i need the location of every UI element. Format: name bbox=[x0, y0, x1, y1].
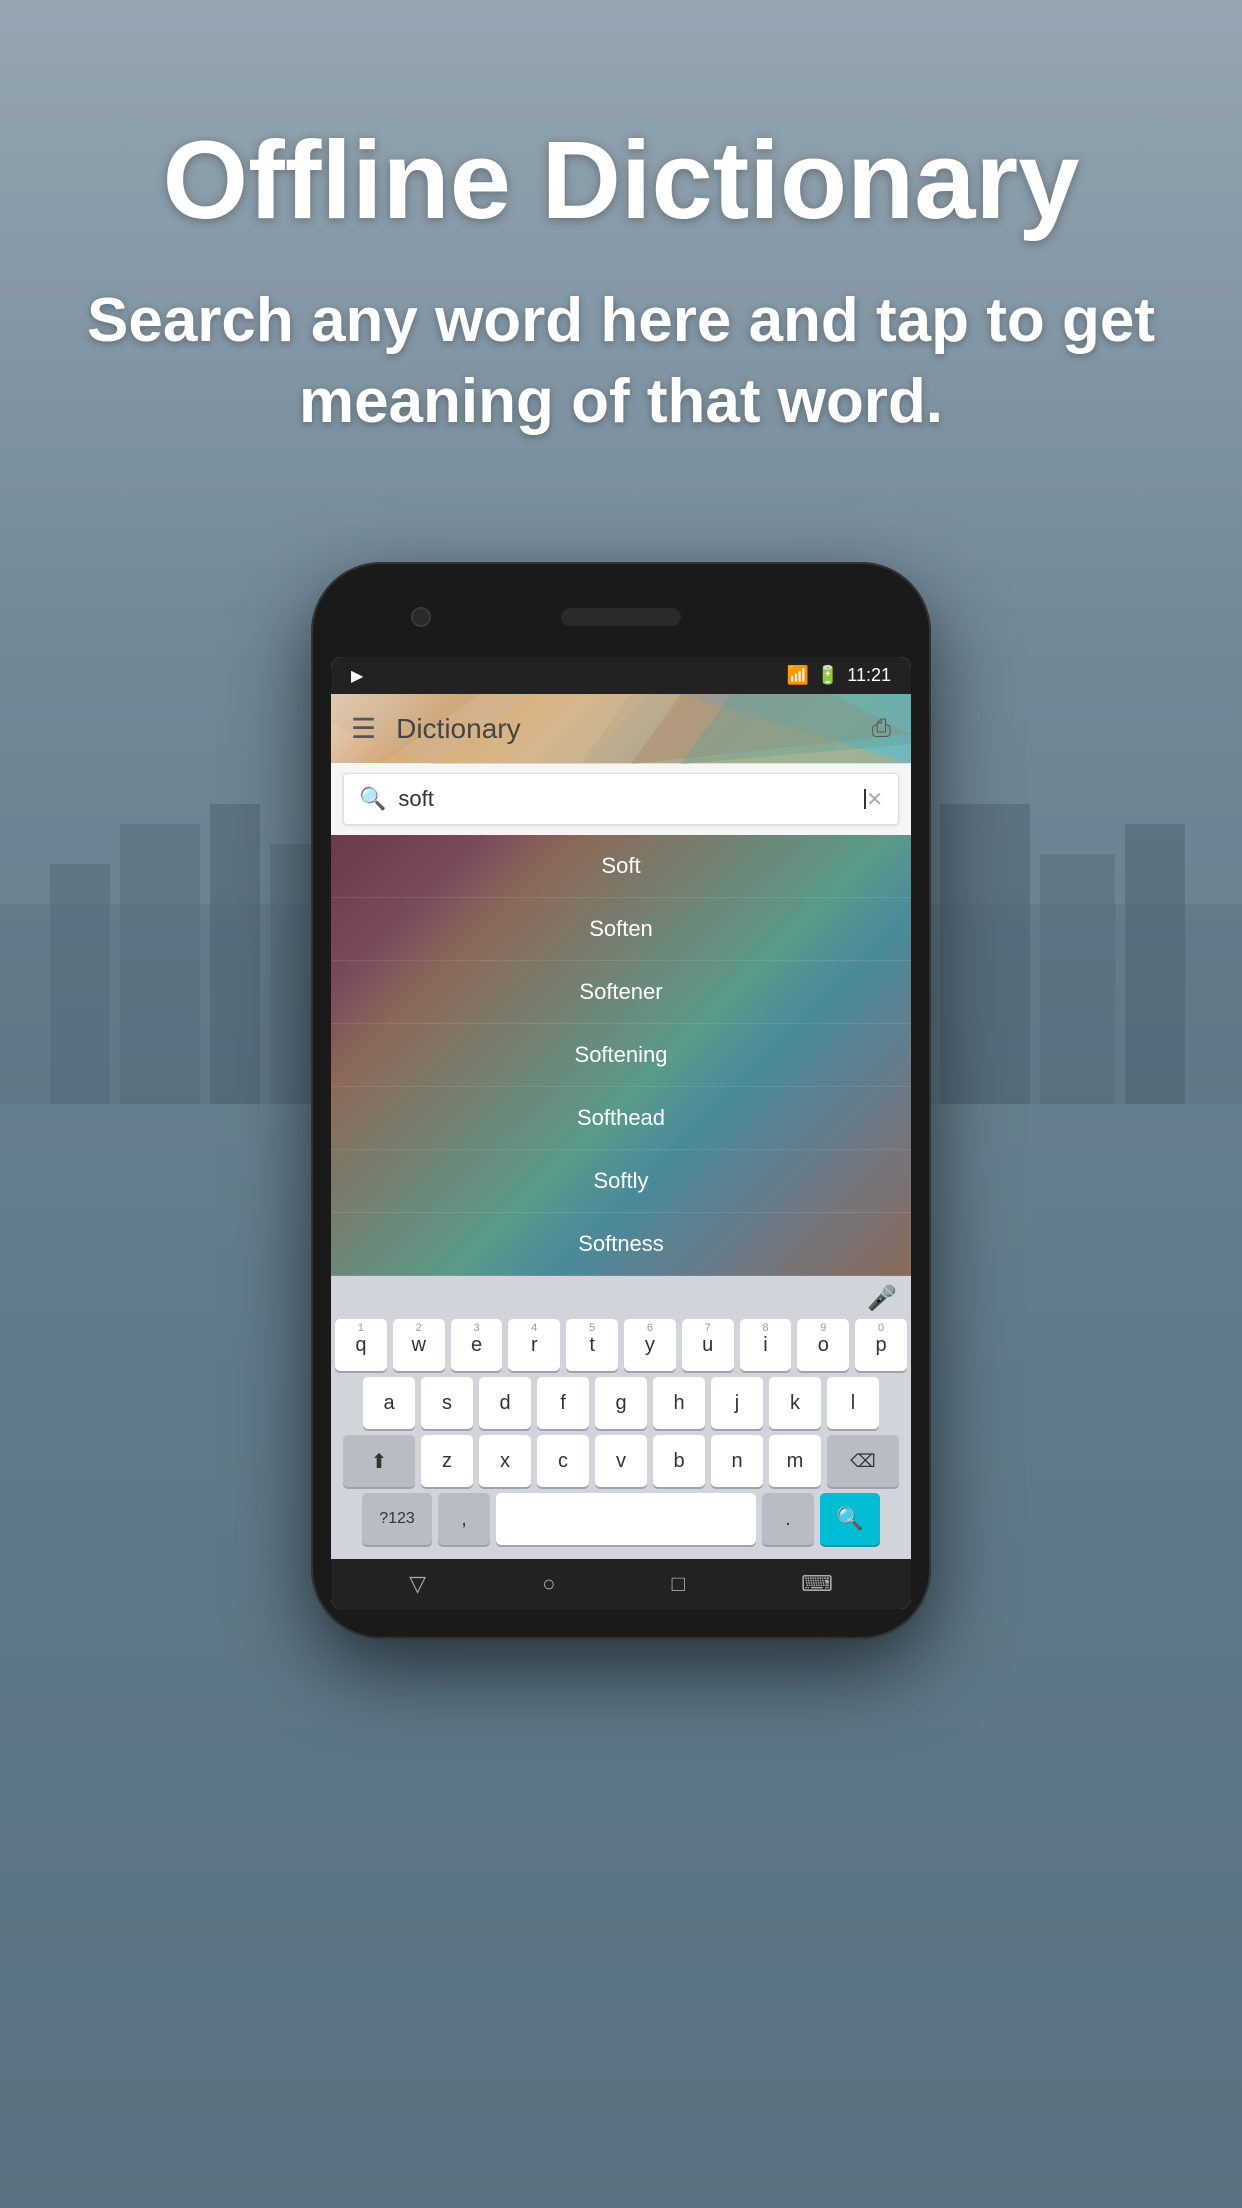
key-c[interactable]: c bbox=[537, 1435, 589, 1487]
signal-icon: 📶 bbox=[786, 665, 808, 686]
search-icon: 🔍 bbox=[359, 786, 386, 812]
phone-frame: ▶ 📶 🔋 11:21 bbox=[311, 562, 931, 1639]
key-j[interactable]: j bbox=[711, 1377, 763, 1429]
key-k[interactable]: k bbox=[769, 1377, 821, 1429]
keyboard-button[interactable]: ⌨ bbox=[801, 1571, 833, 1597]
status-right: 📶 🔋 11:21 bbox=[786, 665, 891, 686]
status-left: ▶ bbox=[351, 666, 363, 686]
key-r[interactable]: 4r bbox=[508, 1319, 560, 1371]
result-item-soften[interactable]: Soften bbox=[331, 898, 911, 961]
keyboard: 🎤 1q 2w 3e 4r 5t 6y 7u 8i 9o 0p bbox=[331, 1276, 911, 1559]
key-m[interactable]: m bbox=[769, 1435, 821, 1487]
key-y[interactable]: 6y bbox=[624, 1319, 676, 1371]
phone-screen: ▶ 📶 🔋 11:21 bbox=[331, 657, 911, 1609]
key-p[interactable]: 0p bbox=[855, 1319, 907, 1371]
comma-key[interactable]: , bbox=[438, 1493, 490, 1545]
status-bar: ▶ 📶 🔋 11:21 bbox=[331, 657, 911, 694]
key-l[interactable]: l bbox=[827, 1377, 879, 1429]
key-s[interactable]: s bbox=[421, 1377, 473, 1429]
key-b[interactable]: b bbox=[653, 1435, 705, 1487]
key-o[interactable]: 9o bbox=[797, 1319, 849, 1371]
key-e[interactable]: 3e bbox=[451, 1319, 503, 1371]
key-x[interactable]: x bbox=[479, 1435, 531, 1487]
period-key[interactable]: . bbox=[762, 1493, 814, 1545]
key-g[interactable]: g bbox=[595, 1377, 647, 1429]
back-button[interactable]: ▽ bbox=[409, 1571, 426, 1597]
backspace-key[interactable]: ⌫ bbox=[827, 1435, 899, 1487]
keyboard-row-4: ?123 , . 🔍 bbox=[335, 1493, 907, 1545]
app-bar-title: Dictionary bbox=[396, 713, 872, 745]
phone-mockup: ▶ 📶 🔋 11:21 bbox=[311, 562, 931, 1639]
home-button[interactable]: ○ bbox=[542, 1571, 555, 1597]
phone-top bbox=[331, 592, 911, 642]
key-z[interactable]: z bbox=[421, 1435, 473, 1487]
result-item-softhead[interactable]: Softhead bbox=[331, 1087, 911, 1150]
num-sym-key[interactable]: ?123 bbox=[362, 1493, 432, 1545]
key-w[interactable]: 2w bbox=[393, 1319, 445, 1371]
keyboard-row-3: ⬆ z x c v b n m ⌫ bbox=[335, 1435, 907, 1487]
key-h[interactable]: h bbox=[653, 1377, 705, 1429]
recent-button[interactable]: □ bbox=[672, 1571, 685, 1597]
key-q[interactable]: 1q bbox=[335, 1319, 387, 1371]
share-icon[interactable]: ⎙ bbox=[872, 715, 891, 743]
play-icon: ▶ bbox=[351, 666, 363, 686]
title-section: Offline Dictionary Search any word here … bbox=[0, 0, 1242, 502]
clear-icon[interactable]: ✕ bbox=[866, 787, 883, 812]
key-t[interactable]: 5t bbox=[566, 1319, 618, 1371]
key-n[interactable]: n bbox=[711, 1435, 763, 1487]
mic-icon[interactable]: 🎤 bbox=[867, 1284, 897, 1313]
result-item-soft[interactable]: Soft bbox=[331, 835, 911, 898]
clock: 11:21 bbox=[847, 665, 891, 686]
suggestions-row: 🎤 bbox=[335, 1284, 907, 1319]
key-u[interactable]: 7u bbox=[682, 1319, 734, 1371]
key-a[interactable]: a bbox=[363, 1377, 415, 1429]
result-item-softening[interactable]: Softening bbox=[331, 1024, 911, 1087]
key-d[interactable]: d bbox=[479, 1377, 531, 1429]
result-item-softness[interactable]: Softness bbox=[331, 1213, 911, 1276]
search-input[interactable]: soft bbox=[398, 786, 863, 812]
search-bar[interactable]: 🔍 soft ✕ bbox=[343, 773, 899, 825]
keyboard-row-1: 1q 2w 3e 4r 5t 6y 7u 8i 9o 0p bbox=[335, 1319, 907, 1371]
key-f[interactable]: f bbox=[537, 1377, 589, 1429]
keyboard-row-2: a s d f g h j k l bbox=[335, 1377, 907, 1429]
result-item-softly[interactable]: Softly bbox=[331, 1150, 911, 1213]
search-button[interactable]: 🔍 bbox=[820, 1493, 880, 1545]
phone-speaker bbox=[561, 608, 681, 626]
main-title: Offline Dictionary bbox=[60, 120, 1182, 241]
phone-camera bbox=[411, 607, 431, 627]
phone-nav: ▽ ○ □ ⌨ bbox=[331, 1559, 911, 1609]
shift-key[interactable]: ⬆ bbox=[343, 1435, 415, 1487]
hamburger-icon[interactable]: ☰ bbox=[351, 712, 376, 745]
space-key[interactable] bbox=[496, 1493, 756, 1545]
key-i[interactable]: 8i bbox=[740, 1319, 792, 1371]
page-content: Offline Dictionary Search any word here … bbox=[0, 0, 1242, 2208]
result-item-softener[interactable]: Softener bbox=[331, 961, 911, 1024]
battery-icon: 🔋 bbox=[817, 665, 839, 686]
sub-title: Search any word here and tap to get mean… bbox=[60, 281, 1182, 442]
results-list: Soft Soften Softener Softening Softhead … bbox=[331, 835, 911, 1276]
key-v[interactable]: v bbox=[595, 1435, 647, 1487]
app-bar: ☰ Dictionary ⎙ bbox=[331, 694, 911, 763]
